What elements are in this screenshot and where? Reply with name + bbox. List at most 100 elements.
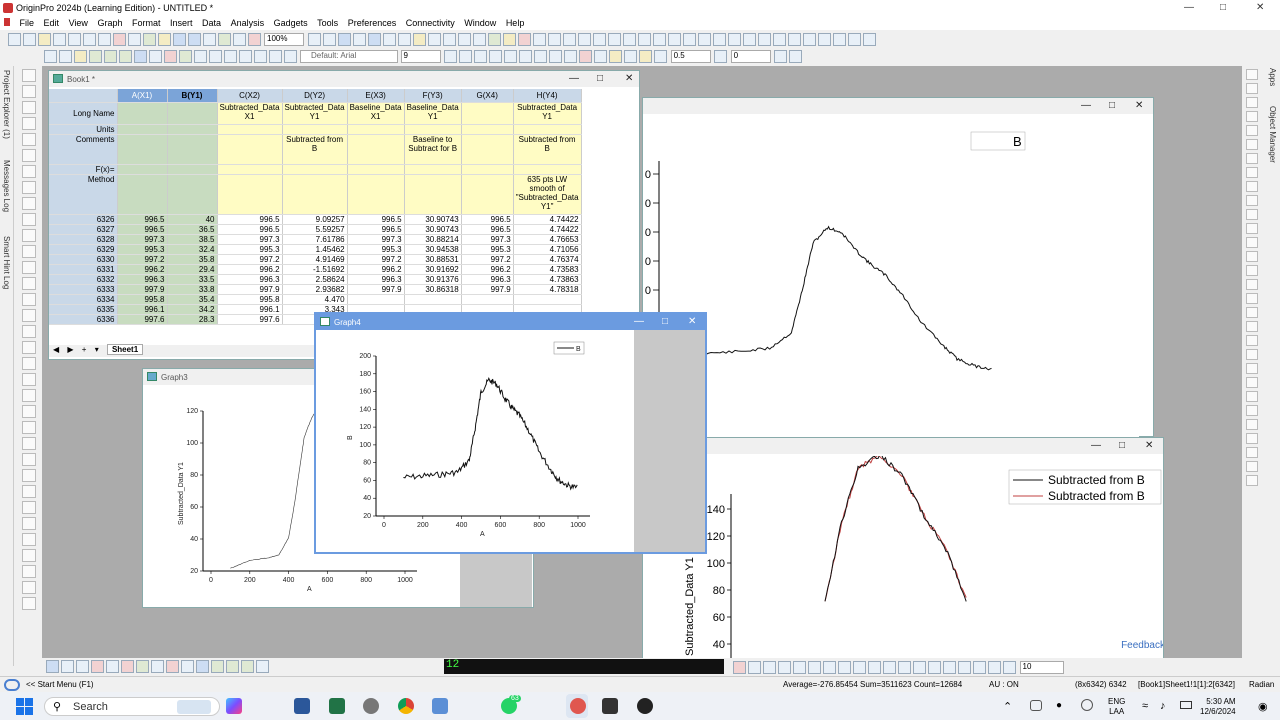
set-column-icon[interactable]: [562, 33, 576, 46]
region-icon[interactable]: [211, 660, 224, 673]
add-column-icon[interactable]: [412, 33, 426, 46]
table-cell[interactable]: 997.6: [117, 314, 168, 325]
copilot-icon[interactable]: [226, 698, 242, 714]
dot-line-icon[interactable]: [61, 660, 74, 673]
table-cell[interactable]: 4.76653: [513, 234, 582, 245]
insert-graph-icon[interactable]: [22, 341, 36, 354]
paste-format-icon[interactable]: [712, 33, 726, 46]
language-indicator[interactable]: ENG LAA: [1108, 697, 1125, 717]
text-tool-icon[interactable]: [22, 213, 36, 226]
line-chart-icon[interactable]: [622, 33, 636, 46]
align-icon[interactable]: [742, 33, 756, 46]
region-tool-icon[interactable]: [22, 277, 36, 290]
microphone-icon[interactable]: ●: [1056, 700, 1062, 711]
graph-bottom-plot[interactable]: Subtracted_Data Y1 140 120 100 80 60 40 Subtr…: [643, 456, 1163, 659]
tool-e-icon[interactable]: [793, 661, 806, 674]
right-tool-6-icon[interactable]: [1246, 139, 1258, 150]
row-number[interactable]: 6333: [49, 284, 118, 295]
table-cell[interactable]: 997.3: [117, 234, 168, 245]
workbook-maximize-icon[interactable]: □: [597, 73, 603, 84]
pin-icon[interactable]: [73, 50, 87, 63]
table-cell[interactable]: 997.2: [217, 254, 283, 265]
table-cell[interactable]: 30.90743: [404, 224, 462, 235]
sheet1-tab[interactable]: Sheet1: [106, 344, 144, 355]
open-folder-icon[interactable]: [157, 33, 171, 46]
comment-h[interactable]: Subtracted from B: [513, 134, 582, 165]
copy-icon[interactable]: [223, 50, 237, 63]
windows-start-icon[interactable]: [16, 698, 33, 715]
table-row[interactable]: 6332 996.3 33.5 996.3 2.58624 996.3 30.91376 99…: [49, 274, 582, 285]
table-cell[interactable]: 1.45462: [282, 244, 348, 255]
col-header-h[interactable]: H(Y4): [513, 89, 582, 103]
menu-analysis[interactable]: Analysis: [231, 16, 265, 30]
tool-p-icon[interactable]: [958, 661, 971, 674]
right-tool-15-icon[interactable]: [1246, 265, 1258, 276]
chrome-icon[interactable]: [398, 698, 414, 714]
tool-k-icon[interactable]: [883, 661, 896, 674]
tool-d-icon[interactable]: [778, 661, 791, 674]
first-page-icon[interactable]: [817, 33, 831, 46]
menu-edit[interactable]: Edit: [44, 16, 60, 30]
tool-g-icon[interactable]: [823, 661, 836, 674]
menu-help[interactable]: Help: [506, 16, 525, 30]
align-text-icon[interactable]: [564, 50, 578, 63]
right-tool-17-icon[interactable]: [1246, 293, 1258, 304]
table-row[interactable]: 6331 996.2 29.4 996.2 -1.51692 996.2 30.91692 9…: [49, 264, 582, 275]
plot-setup-icon[interactable]: [88, 50, 102, 63]
function-tool-icon[interactable]: [22, 517, 36, 530]
menu-view[interactable]: View: [69, 16, 88, 30]
table-row[interactable]: 6334 995.8 35.4 995.8 4.470: [49, 294, 582, 305]
right-tool-1-icon[interactable]: [1246, 69, 1258, 80]
open-template-icon[interactable]: [127, 33, 141, 46]
menu-graph[interactable]: Graph: [97, 16, 122, 30]
grid-icon[interactable]: [774, 50, 788, 63]
terminal-icon[interactable]: [602, 698, 618, 714]
table-cell[interactable]: 30.94538: [404, 244, 462, 255]
refresh-icon[interactable]: [247, 33, 261, 46]
table-cell[interactable]: 28.3: [167, 314, 218, 325]
tool-h-icon[interactable]: [838, 661, 851, 674]
table-row[interactable]: 6333 997.9 33.8 997.9 2.93682 997.9 30.86318 99…: [49, 284, 582, 295]
table-cell[interactable]: 995.3: [117, 244, 168, 255]
axis-tool-icon[interactable]: [22, 405, 36, 418]
messages-log-tab[interactable]: Messages Log: [2, 160, 11, 212]
right-tool-30-icon[interactable]: [1246, 475, 1258, 486]
pencil-icon[interactable]: [181, 660, 194, 673]
row-number[interactable]: 6327: [49, 224, 118, 235]
y-axis-icon[interactable]: [772, 33, 786, 46]
table-row[interactable]: 6330 997.2 35.8 997.2 4.91469 997.2 30.88531 99…: [49, 254, 582, 265]
row-label-comments[interactable]: Comments: [49, 134, 118, 165]
line-style-icon[interactable]: [654, 50, 668, 63]
rescale-icon[interactable]: [472, 33, 486, 46]
green-select-icon[interactable]: [226, 660, 239, 673]
legend-tool-icon[interactable]: [22, 421, 36, 434]
row-label-fx[interactable]: F(x)=: [49, 164, 118, 175]
add-layer-icon[interactable]: [487, 33, 501, 46]
close-icon[interactable]: ✕: [1256, 2, 1264, 13]
start-menu-icon[interactable]: [4, 679, 20, 691]
right-tool-19-icon[interactable]: [1246, 321, 1258, 332]
minimize-icon[interactable]: —: [1184, 2, 1194, 13]
rectangle-tool-icon[interactable]: [22, 229, 36, 242]
greek-icon[interactable]: [519, 50, 533, 63]
table-cell[interactable]: 32.4: [167, 244, 218, 255]
table-cell[interactable]: 997.9: [117, 284, 168, 295]
arrange-icon[interactable]: [802, 33, 816, 46]
graph-window-bottom[interactable]: — □ ✕ Subtracted_Data Y1 140 120 100 80 60 40…: [642, 437, 1164, 659]
menu-tools[interactable]: Tools: [317, 16, 338, 30]
tool-q-icon[interactable]: [973, 661, 986, 674]
mask-icon[interactable]: [22, 181, 36, 194]
zoom-in-icon[interactable]: [427, 33, 441, 46]
table-cell[interactable]: 30.90743: [404, 214, 462, 225]
reorder-icon[interactable]: [22, 565, 36, 578]
table-cell[interactable]: 30.88531: [404, 254, 462, 265]
plot-setup-tool-icon[interactable]: [22, 549, 36, 562]
zoom-out-icon[interactable]: [442, 33, 456, 46]
row-number[interactable]: 6328: [49, 234, 118, 245]
marker-icon[interactable]: [121, 660, 134, 673]
tool-m-icon[interactable]: [913, 661, 926, 674]
red-fill-icon[interactable]: [91, 660, 104, 673]
col-header-e[interactable]: E(X3): [347, 89, 405, 103]
menu-insert[interactable]: Insert: [170, 16, 193, 30]
script-window-icon[interactable]: [337, 33, 351, 46]
